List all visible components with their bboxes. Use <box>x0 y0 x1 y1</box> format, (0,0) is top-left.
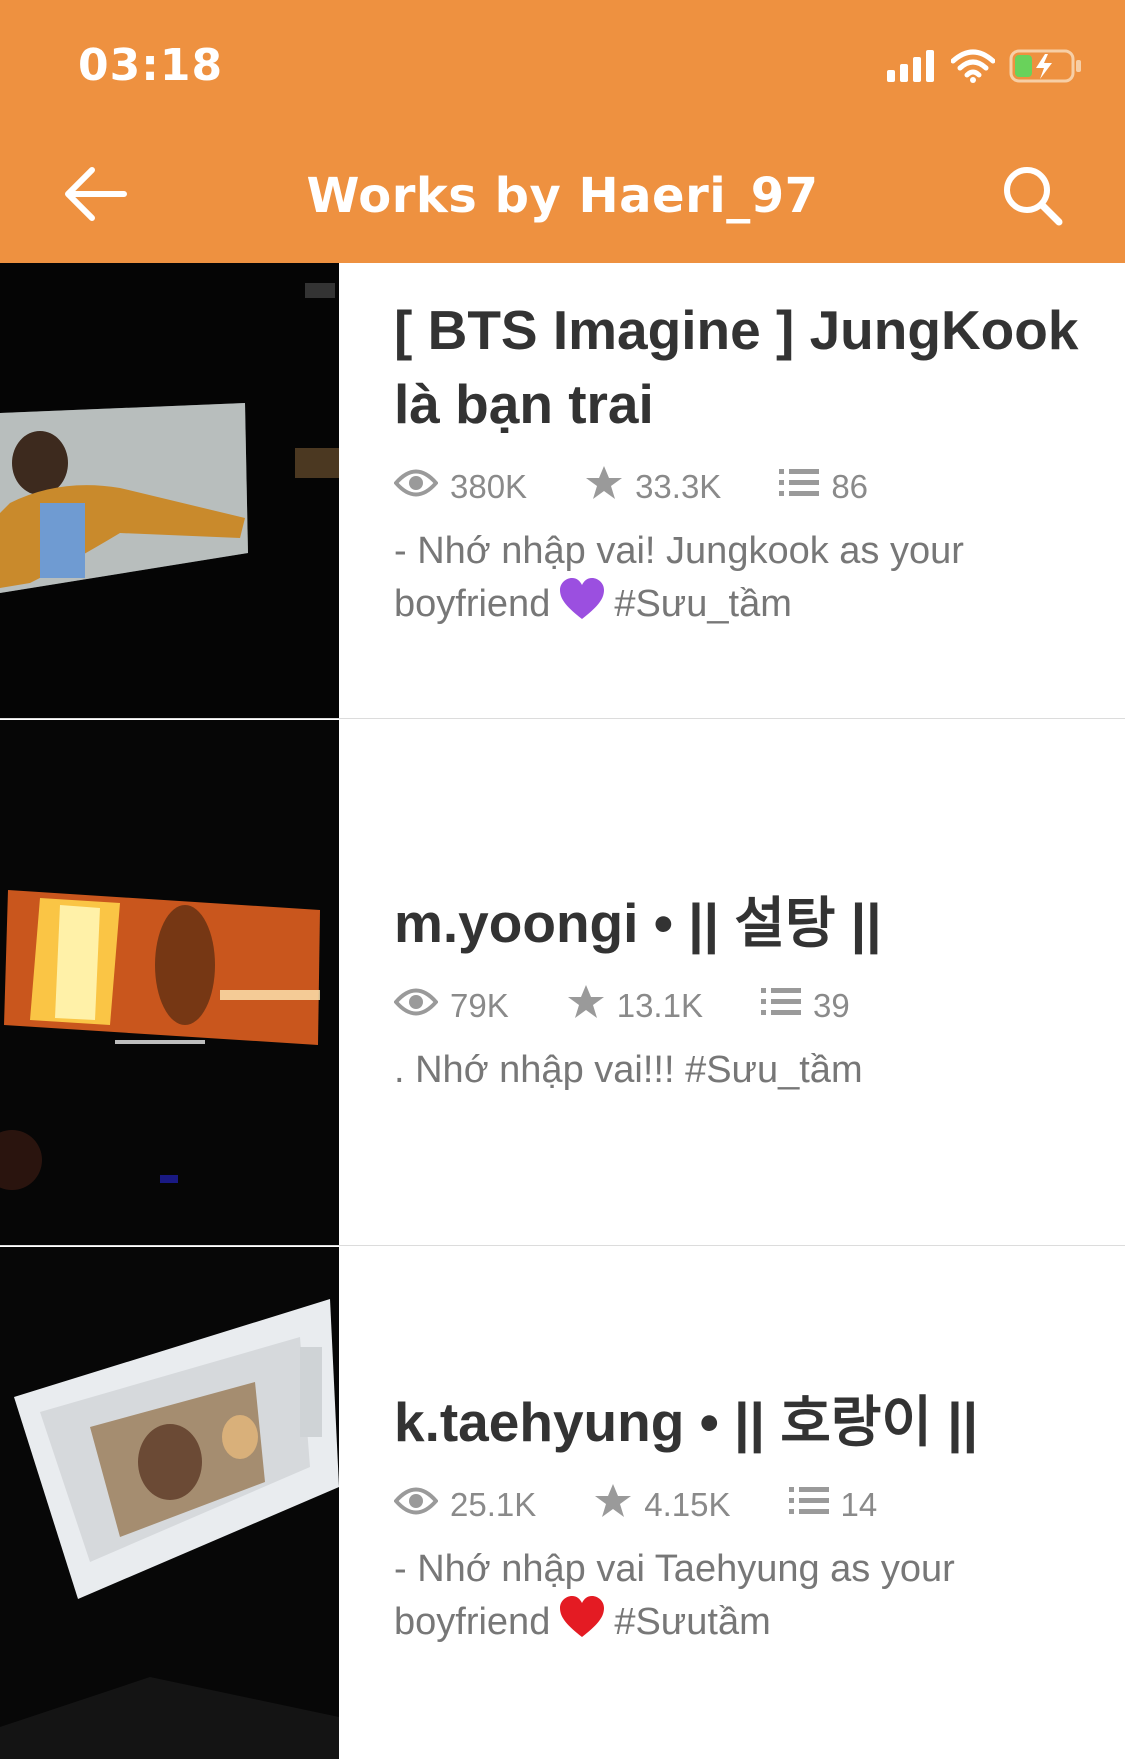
votes-count: 13.1K <box>616 987 703 1024</box>
story-cover <box>0 263 339 718</box>
story-title[interactable]: m.yoongi • || 설탕 || <box>394 886 1085 960</box>
parts-stat: 14 <box>788 1485 878 1525</box>
story-title[interactable]: [ BTS Imagine ] JungKook là bạn trai <box>394 293 1085 441</box>
story-info: [ BTS Imagine ] JungKook là bạn trai 380… <box>393 293 1085 635</box>
parts-stat: 39 <box>760 986 850 1026</box>
story-info: m.yoongi • || 설탕 || 79K 13.1K 39 . Nhớ n… <box>393 886 1085 1096</box>
story-info: k.taehyung • || 호랑이 || 25.1K 4.15K 14 - … <box>393 1385 1085 1653</box>
votes-count: 33.3K <box>635 468 722 505</box>
story-item[interactable]: m.yoongi • || 설탕 || 79K 13.1K 39 . Nhớ n… <box>0 720 1125 1246</box>
reads-stat: 79K <box>393 987 509 1025</box>
story-stats: 79K 13.1K 39 <box>393 984 1085 1028</box>
star-icon <box>567 984 605 1028</box>
signal-icon <box>887 50 937 86</box>
star-icon <box>594 1483 632 1527</box>
votes-count: 4.15K <box>644 1486 731 1523</box>
search-button[interactable] <box>995 160 1071 236</box>
status-icons <box>887 44 1083 92</box>
page-title: Works by Haeri_97 <box>306 168 819 224</box>
description-text: . Nhớ nhập vai!!! #Sưu_tầm <box>394 1049 863 1091</box>
reads-count: 79K <box>450 987 509 1024</box>
battery-charging-icon <box>1009 48 1083 88</box>
story-item[interactable]: k.taehyung • || 호랑이 || 25.1K 4.15K 14 - … <box>0 1247 1125 1759</box>
story-item[interactable]: [ BTS Imagine ] JungKook là bạn trai 380… <box>0 263 1125 719</box>
reads-count: 380K <box>450 468 528 505</box>
parts-count: 14 <box>840 1486 878 1523</box>
eye-icon <box>393 987 439 1025</box>
search-icon <box>1001 164 1065 232</box>
votes-stat: 33.3K <box>585 465 721 509</box>
top-bar: 03:18 Works by Haeri_97 <box>0 0 1125 263</box>
list-icon <box>779 467 820 507</box>
eye-icon <box>393 1486 439 1524</box>
story-description: - Nhớ nhập vai! Jungkook as your boyfrie… <box>394 525 1085 635</box>
story-stats: 380K 33.3K 86 <box>393 465 1085 509</box>
reads-stat: 380K <box>393 468 528 506</box>
red-heart-icon <box>558 1595 606 1653</box>
star-icon <box>585 465 623 509</box>
list-icon <box>760 986 801 1026</box>
reads-stat: 25.1K <box>393 1486 537 1524</box>
parts-count: 39 <box>812 987 850 1024</box>
story-description: . Nhớ nhập vai!!! #Sưu_tầm <box>394 1044 1085 1096</box>
votes-stat: 13.1K <box>567 984 703 1028</box>
votes-stat: 4.15K <box>594 1483 731 1527</box>
purple-heart-icon <box>558 577 606 635</box>
wifi-icon <box>950 49 996 87</box>
eye-icon <box>393 468 439 506</box>
list-icon <box>788 1485 829 1525</box>
story-cover <box>0 720 339 1245</box>
status-time: 03:18 <box>78 40 224 91</box>
story-stats: 25.1K 4.15K 14 <box>393 1483 1085 1527</box>
parts-stat: 86 <box>779 467 868 507</box>
story-title[interactable]: k.taehyung • || 호랑이 || <box>394 1385 1085 1459</box>
story-cover <box>0 1247 339 1759</box>
reads-count: 25.1K <box>450 1486 537 1523</box>
story-description: - Nhớ nhập vai Taehyung as your boyfrien… <box>394 1543 1085 1653</box>
parts-count: 86 <box>831 468 869 505</box>
description-tag: #Sưutầm <box>614 1601 771 1644</box>
description-tag: #Sưu_tầm <box>614 583 792 626</box>
